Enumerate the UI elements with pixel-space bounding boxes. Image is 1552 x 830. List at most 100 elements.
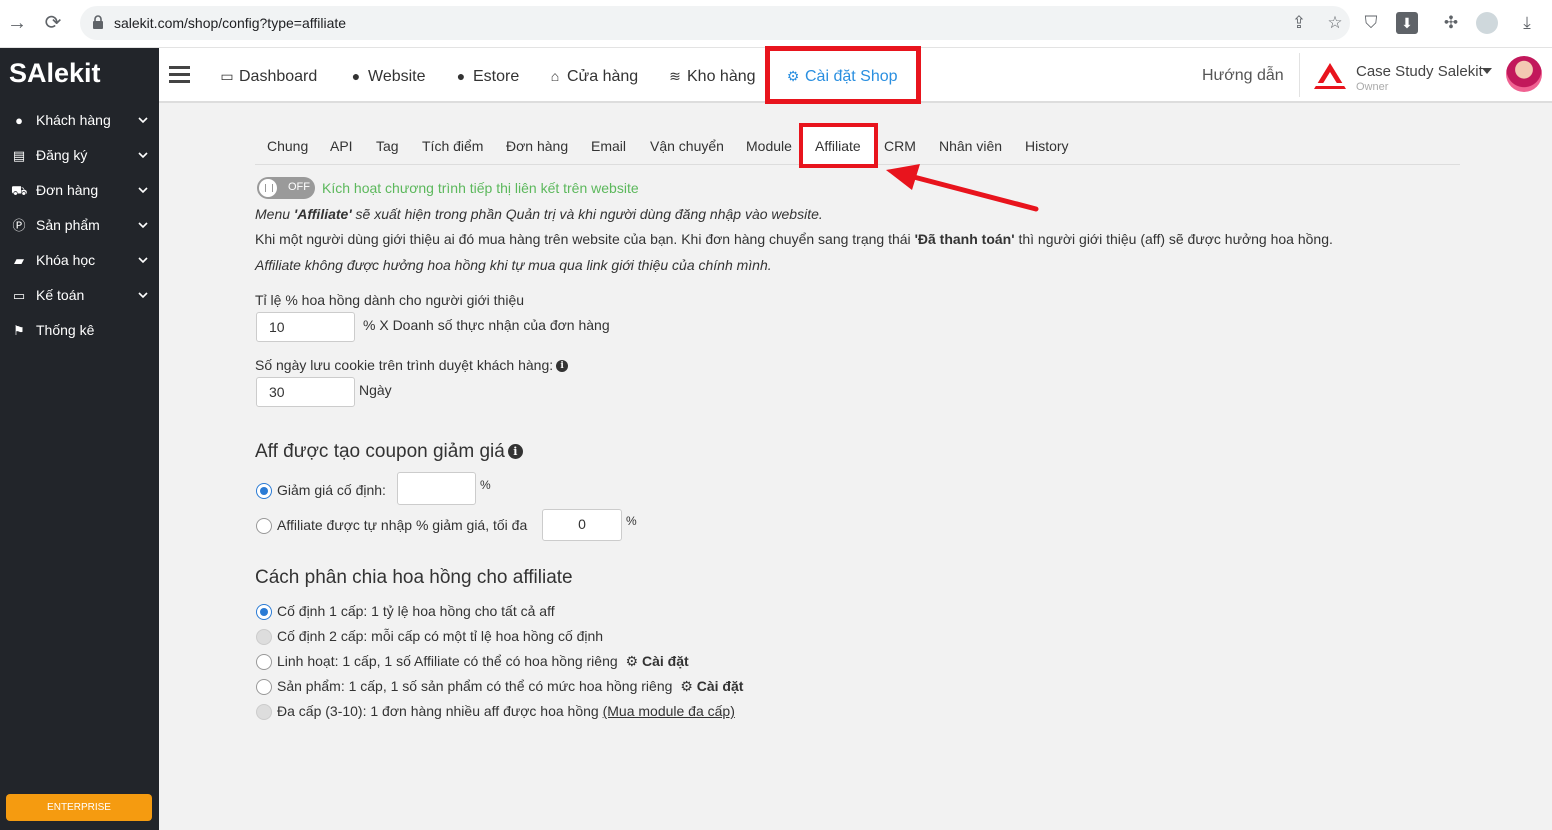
sidebar-item-label: Kế toán xyxy=(36,287,85,303)
browser-toolbar: → ⟳ salekit.com/shop/config?type=affilia… xyxy=(0,0,1552,48)
buy-multilevel-module-link[interactable]: (Mua module đa cấp) xyxy=(603,703,735,719)
top-navigation: ▭ Dashboard ● Website ● Estore ⌂ Cửa hàng ≋ K… xyxy=(159,46,1552,104)
star-icon[interactable]: ☆ xyxy=(1324,12,1346,34)
split-option-radio[interactable] xyxy=(256,654,272,670)
nav-website[interactable]: ● Website xyxy=(348,68,426,86)
avatar[interactable] xyxy=(1506,56,1542,92)
split-option-radio[interactable] xyxy=(256,679,272,695)
sidebar-item-products[interactable]: Ⓟ Sản phẩm xyxy=(0,209,159,243)
nav-shop-settings[interactable]: ⚙ Cài đặt Shop xyxy=(785,68,898,86)
nav-store[interactable]: ⌂ Cửa hàng xyxy=(547,68,638,86)
setup-link[interactable]: Cài đặt xyxy=(642,653,689,669)
caret-down-icon[interactable] xyxy=(1482,68,1492,74)
shop-role: Owner xyxy=(1356,81,1389,93)
tab-shipping[interactable]: Vận chuyển xyxy=(650,138,724,154)
share-icon[interactable]: ⇪ xyxy=(1288,12,1310,34)
cookie-label: Số ngày lưu cookie trên trình duyệt khác… xyxy=(255,357,569,373)
split-option-radio[interactable] xyxy=(256,704,272,720)
note-self-purchase: Affiliate không được hưởng hoa hồng khi … xyxy=(255,257,772,273)
monitor-icon: ▭ xyxy=(220,68,234,84)
coupon-custom-input[interactable]: 0 xyxy=(542,509,622,541)
tab-affiliate[interactable]: Affiliate xyxy=(815,138,861,154)
chevron-down-icon xyxy=(138,292,148,299)
coupon-fixed-label: Giảm giá cố định: xyxy=(277,482,386,498)
nav-estore[interactable]: ● Estore xyxy=(453,68,519,86)
globe-icon: ● xyxy=(456,68,466,84)
tab-points[interactable]: Tích điểm xyxy=(422,138,483,154)
tab-staff[interactable]: Nhân viên xyxy=(939,138,1002,154)
sidebar-item-label: Khóa học xyxy=(36,252,96,268)
tab-email[interactable]: Email xyxy=(591,138,626,154)
settings-tabs: Chung API Tag Tích điểm Đơn hàng Email V… xyxy=(255,123,1460,168)
affiliate-toggle[interactable]: OFF xyxy=(257,177,315,199)
tab-crm[interactable]: CRM xyxy=(884,138,916,154)
sidebar-item-orders[interactable]: ⛟ Đơn hàng xyxy=(0,174,159,208)
cart-icon: ⛟ xyxy=(11,183,28,198)
tab-orders[interactable]: Đơn hàng xyxy=(506,138,568,154)
address-bar[interactable]: salekit.com/shop/config?type=affiliate xyxy=(80,6,1350,40)
tab-api[interactable]: API xyxy=(330,138,353,154)
salekit-logo[interactable]: SAlekit xyxy=(9,58,101,89)
sidebar-item-label: Đơn hàng xyxy=(36,182,99,198)
download-extension-icon[interactable]: ⬇ xyxy=(1396,12,1418,34)
cookie-suffix: Ngày xyxy=(359,382,392,398)
setup-link[interactable]: Cài đặt xyxy=(697,678,744,694)
tab-module[interactable]: Module xyxy=(746,138,792,154)
forward-icon[interactable]: → xyxy=(6,12,28,34)
guide-link[interactable]: Hướng dẫn xyxy=(1202,67,1284,85)
enterprise-plan-button[interactable]: ENTERPRISE xyxy=(6,794,152,821)
rate-suffix: % X Doanh số thực nhận của đơn hàng xyxy=(363,317,610,333)
info-icon[interactable]: i xyxy=(556,360,569,373)
coupon-section-title: Aff được tạo coupon giảm giá i xyxy=(255,441,523,463)
commission-rate-input[interactable]: 10 xyxy=(256,312,355,342)
annotation-arrow xyxy=(886,164,1039,212)
hamburger-menu-icon[interactable] xyxy=(169,66,190,84)
lock-icon xyxy=(93,15,103,29)
coupon-fixed-unit: % xyxy=(480,478,491,492)
sidebar-item-statistics[interactable]: ⚑ Thống kê xyxy=(0,314,159,348)
tab-history[interactable]: History xyxy=(1025,138,1069,154)
coupon-custom-radio[interactable] xyxy=(256,518,272,534)
reload-icon[interactable]: ⟳ xyxy=(42,12,64,34)
sidebar-item-registrations[interactable]: ▤ Đăng ký xyxy=(0,139,159,173)
book-icon: ▰ xyxy=(14,253,24,268)
rate-label: Tỉ lệ % hoa hồng dành cho người giới thi… xyxy=(255,292,525,308)
list-icon: ▤ xyxy=(12,148,26,163)
split-option-radio[interactable] xyxy=(256,604,272,620)
shop-brand-logo xyxy=(1312,63,1348,89)
split-option-row: Sản phẩm: 1 cấp, 1 số sản phẩm có thể có… xyxy=(277,678,743,695)
split-option-row: Đa cấp (3-10): 1 đơn hàng nhiều aff được… xyxy=(277,703,735,719)
nav-warehouse[interactable]: ≋ Kho hàng xyxy=(667,68,755,86)
puzzle-icon[interactable]: ✣ xyxy=(1440,12,1462,34)
store-icon: ⌂ xyxy=(550,68,560,84)
sidebar-item-label: Khách hàng xyxy=(36,112,111,128)
sidebar-item-label: Sản phẩm xyxy=(36,217,100,233)
downloads-icon[interactable]: ⤓ xyxy=(1516,12,1538,34)
globe-icon: ● xyxy=(351,68,361,84)
note-menu-affiliate: Menu 'Affiliate' sẽ xuất hiện trong phần… xyxy=(255,206,823,222)
split-option-label: Linh hoạt: 1 cấp, 1 số Affiliate có thể … xyxy=(277,653,618,669)
gear-icon: ⚙ xyxy=(786,68,800,84)
chevron-down-icon xyxy=(138,117,148,124)
split-option-label: Đa cấp (3-10): 1 đơn hàng nhiều aff được… xyxy=(277,703,603,719)
cookie-days-input[interactable]: 30 xyxy=(256,377,355,407)
tab-tag[interactable]: Tag xyxy=(376,138,399,154)
credit-card-icon: ▭ xyxy=(12,288,26,303)
sidebar-item-courses[interactable]: ▰ Khóa học xyxy=(0,244,159,278)
shield-icon[interactable]: ⛉ xyxy=(1360,12,1382,34)
coupon-fixed-radio[interactable] xyxy=(256,483,272,499)
coupon-fixed-input[interactable] xyxy=(397,472,476,505)
split-option-label: Cố định 2 cấp: mỗi cấp có một tỉ lệ hoa … xyxy=(277,628,604,644)
info-icon[interactable]: i xyxy=(507,444,523,460)
profile-icon[interactable] xyxy=(1476,12,1498,34)
split-option-radio[interactable] xyxy=(256,629,272,645)
sidebar-item-accounting[interactable]: ▭ Kế toán xyxy=(0,279,159,313)
tab-general[interactable]: Chung xyxy=(267,138,308,154)
sidebar-item-customers[interactable]: ● Khách hàng xyxy=(0,104,159,138)
nav-dashboard[interactable]: ▭ Dashboard xyxy=(219,68,317,86)
shop-name[interactable]: Case Study Salekit xyxy=(1356,63,1483,80)
split-option-label: Sản phẩm: 1 cấp, 1 số sản phẩm có thể có… xyxy=(277,678,673,694)
chevron-down-icon xyxy=(138,187,148,194)
nav-divider xyxy=(1299,53,1300,97)
gear-icon: ⚙ xyxy=(625,653,639,669)
